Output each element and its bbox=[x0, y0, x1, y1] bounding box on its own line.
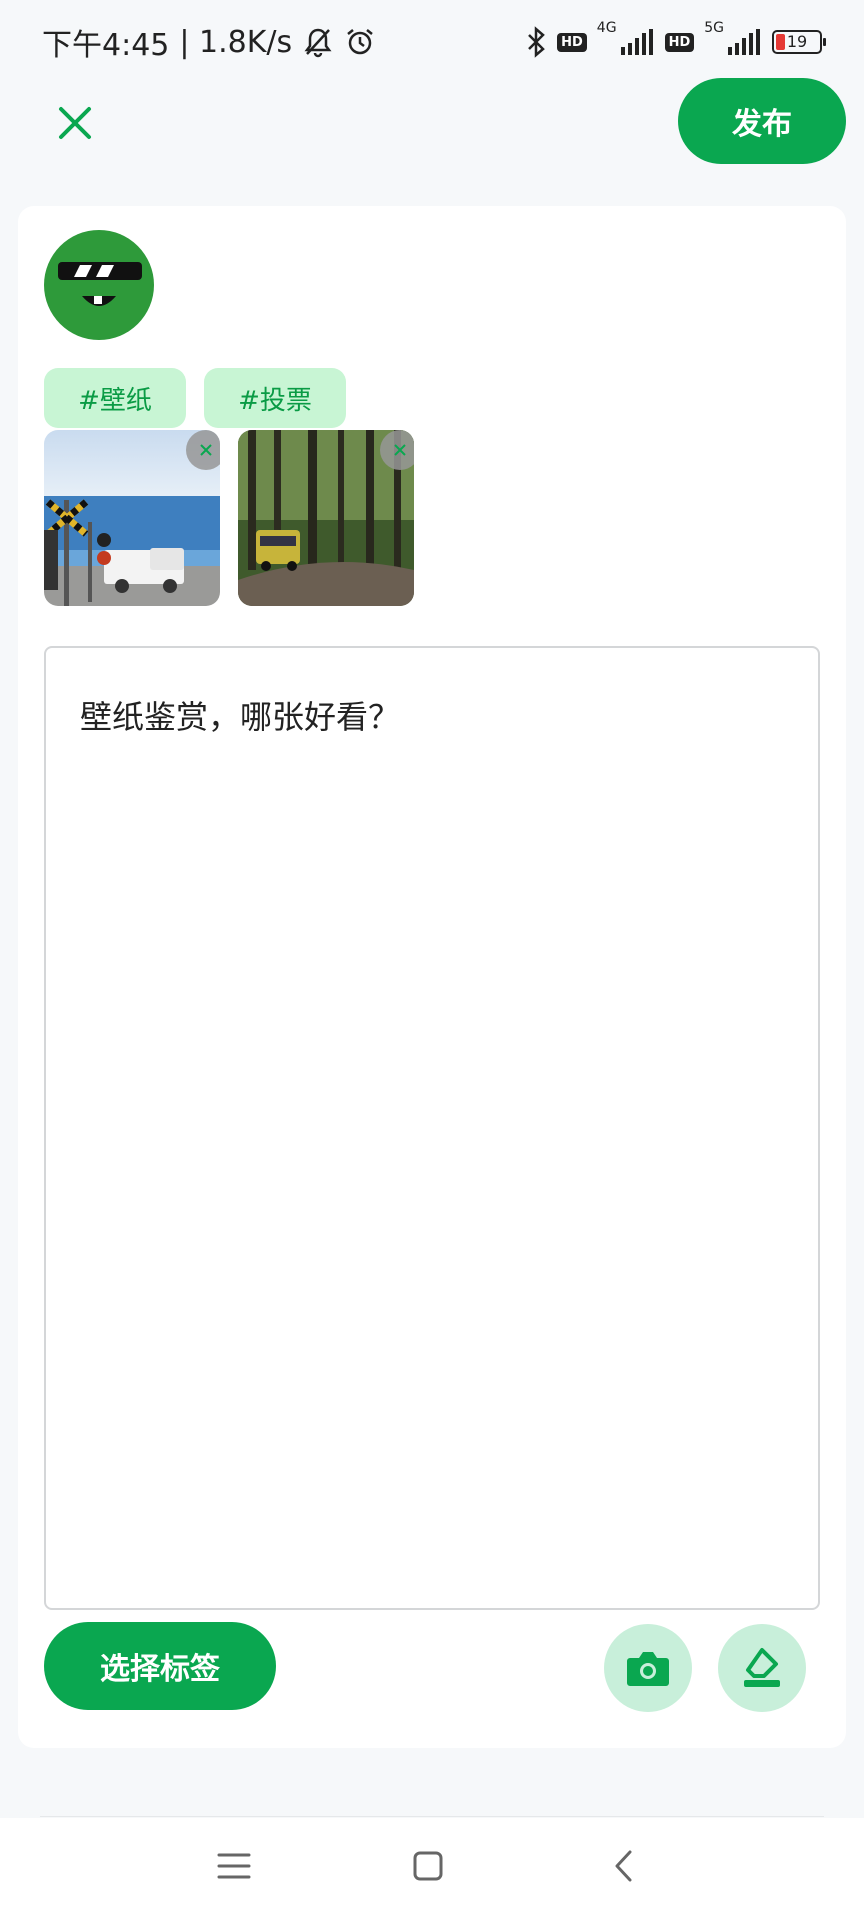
sunglasses-face-icon bbox=[58, 262, 142, 306]
system-nav-bar bbox=[0, 1818, 864, 1920]
eraser-button[interactable] bbox=[718, 1624, 806, 1712]
status-right: HD 4G HD 5G 19 bbox=[525, 20, 826, 58]
eraser-icon bbox=[744, 1648, 780, 1687]
menu-icon bbox=[217, 1853, 251, 1879]
close-icon bbox=[200, 444, 212, 456]
post-card: #壁纸 #投票 壁纸鉴赏，哪张好看？ 选择标签 bbox=[18, 206, 846, 1748]
remove-image-button[interactable] bbox=[380, 430, 414, 470]
hd-badge-2: HD bbox=[664, 32, 695, 52]
beach-railroad-crossing-image[interactable] bbox=[44, 430, 220, 606]
bluetooth-icon bbox=[525, 26, 547, 58]
close-icon bbox=[59, 107, 91, 139]
signal-bars-icon bbox=[620, 29, 655, 55]
nav-menu-button[interactable] bbox=[204, 1836, 264, 1896]
avatar[interactable] bbox=[44, 230, 154, 340]
image-thumbnails bbox=[44, 430, 414, 606]
post-editor-screen: 下午4:45 | 1.8K/s HD 4G HD 5G 19 发布 #壁纸 #投… bbox=[0, 0, 864, 1920]
status-time: 下午4:45 bbox=[42, 28, 170, 63]
network-4g-label: 4G bbox=[596, 20, 617, 36]
divider bbox=[40, 1816, 824, 1817]
selected-tags: #壁纸 #投票 bbox=[44, 368, 346, 428]
battery-level bbox=[776, 34, 785, 50]
hd-badge: HD bbox=[557, 32, 587, 52]
battery-icon: 19 bbox=[772, 30, 826, 54]
home-icon bbox=[413, 1851, 443, 1881]
close-button[interactable] bbox=[50, 98, 100, 148]
mute-bell-icon bbox=[302, 26, 334, 58]
network-5g-label: 5G bbox=[704, 20, 724, 36]
remove-image-button[interactable] bbox=[186, 430, 220, 470]
nav-back-button[interactable] bbox=[594, 1836, 654, 1896]
status-bar: 下午4:45 | 1.8K/s HD 4G HD 5G 19 bbox=[0, 0, 864, 84]
publish-button[interactable]: 发布 bbox=[678, 78, 846, 164]
back-icon bbox=[615, 1850, 632, 1882]
network-speed: | 1.8K/s bbox=[179, 24, 293, 60]
tag-wallpaper[interactable]: #壁纸 bbox=[44, 368, 186, 428]
tag-vote[interactable]: #投票 bbox=[204, 368, 346, 428]
alarm-clock-icon bbox=[344, 26, 376, 58]
select-tag-button[interactable]: 选择标签 bbox=[44, 1622, 276, 1710]
status-left: 下午4:45 | 1.8K/s bbox=[42, 20, 376, 64]
camera-button[interactable] bbox=[604, 1624, 692, 1712]
camera-icon bbox=[627, 1652, 669, 1686]
post-text-input[interactable]: 壁纸鉴赏，哪张好看？ bbox=[44, 646, 820, 1610]
forest-road-bus-image[interactable] bbox=[238, 430, 414, 606]
battery-percent: 19 bbox=[786, 32, 808, 51]
nav-home-button[interactable] bbox=[398, 1836, 458, 1896]
close-icon bbox=[394, 444, 406, 456]
signal-bars-icon-2 bbox=[728, 29, 762, 55]
post-text: 壁纸鉴赏，哪张好看？ bbox=[80, 698, 401, 736]
